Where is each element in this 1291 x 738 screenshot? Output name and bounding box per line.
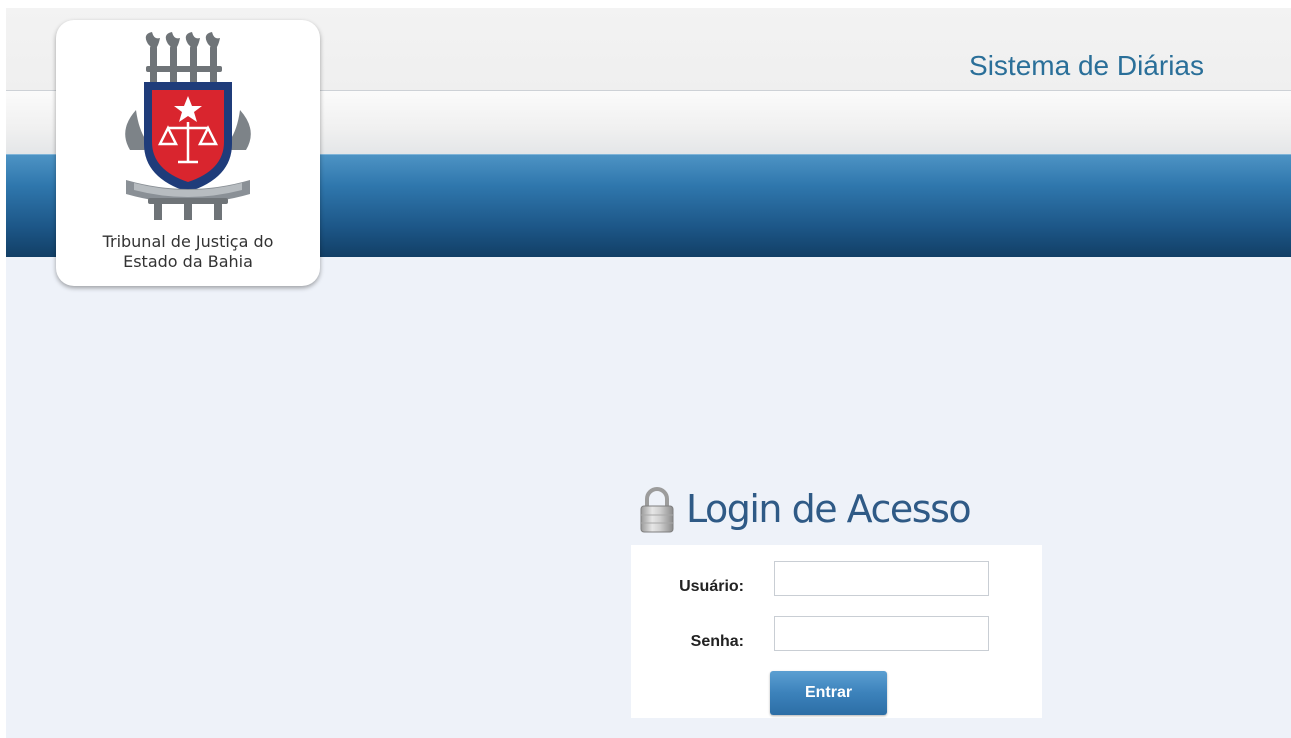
logo-caption: Tribunal de Justiça do Estado da Bahia xyxy=(56,232,320,272)
login-form: Usuário: Senha: Entrar xyxy=(631,545,1042,718)
logo-caption-line-1: Tribunal de Justiça do xyxy=(102,232,274,251)
login-title: Login de Acesso xyxy=(686,487,972,531)
username-label: Usuário: xyxy=(679,578,744,595)
password-label: Senha: xyxy=(690,633,744,650)
court-crest-icon xyxy=(108,30,268,226)
logo-card[interactable]: Tribunal de Justiça do Estado da Bahia xyxy=(56,20,320,286)
password-input[interactable] xyxy=(774,616,989,651)
logo-caption-line-2: Estado da Bahia xyxy=(123,252,253,271)
login-button[interactable]: Entrar xyxy=(770,671,887,715)
lock-icon xyxy=(639,485,675,533)
username-input[interactable] xyxy=(774,561,989,596)
page: Sistema de Diárias Tribunal de Justiça d… xyxy=(6,8,1291,738)
system-title: Sistema de Diárias xyxy=(969,50,1204,81)
